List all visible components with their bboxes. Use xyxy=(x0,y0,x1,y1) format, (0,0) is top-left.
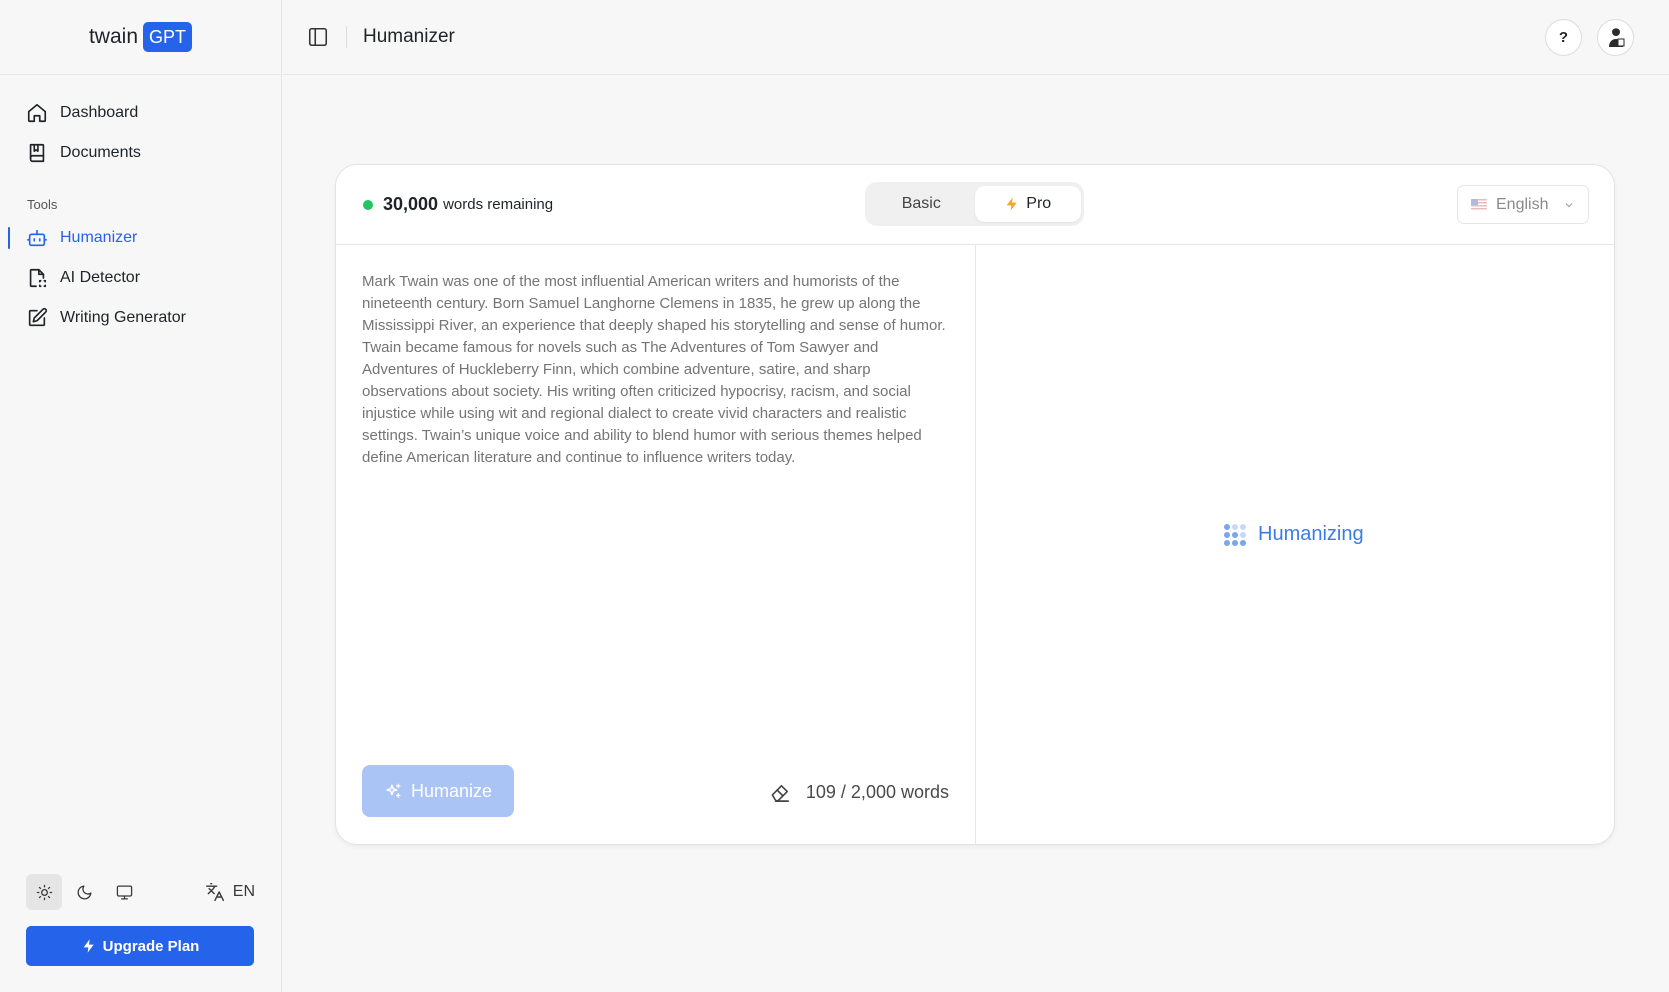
language-select[interactable]: English xyxy=(1457,185,1589,224)
sun-icon xyxy=(36,884,52,900)
light-theme-button[interactable] xyxy=(26,874,62,910)
sidebar: twain GPT Dashboard Documents Tools Huma… xyxy=(0,0,282,992)
card-toolbar: 30,000 words remaining Basic Pro English xyxy=(336,165,1614,245)
us-flag-icon xyxy=(1471,199,1487,210)
sidebar-item-dashboard[interactable]: Dashboard xyxy=(0,93,281,133)
mode-pro-button[interactable]: Pro xyxy=(974,186,1081,222)
sidebar-item-label: Dashboard xyxy=(60,104,139,121)
sidebar-footer: EN Upgrade Plan xyxy=(26,874,255,966)
credits-remaining: 30,000 words remaining xyxy=(363,194,553,215)
tools-section-label: Tools xyxy=(27,197,58,212)
language-select-value: English xyxy=(1496,195,1549,213)
card-body: Mark Twain was one of the most influenti… xyxy=(336,245,1614,844)
panel-left-icon xyxy=(308,27,328,47)
moon-icon xyxy=(77,884,92,899)
help-button[interactable]: ? xyxy=(1545,18,1582,56)
eraser-icon[interactable] xyxy=(769,781,792,804)
logo-badge: GPT xyxy=(143,22,193,52)
status-dot xyxy=(363,199,373,210)
translate-icon xyxy=(205,882,224,902)
sidebar-item-writing-generator[interactable]: Writing Generator xyxy=(0,298,281,338)
sidebar-item-humanizer[interactable]: Humanizer xyxy=(0,218,281,258)
status-text: Humanizing xyxy=(1258,523,1364,545)
humanizing-status: Humanizing xyxy=(1224,523,1364,546)
sidebar-toggle-button[interactable] xyxy=(306,25,330,49)
upgrade-plan-button[interactable]: Upgrade Plan xyxy=(26,926,254,966)
sparkles-icon xyxy=(386,783,401,798)
sidebar-item-label: AI Detector xyxy=(60,269,141,286)
bolt-icon xyxy=(83,939,94,953)
humanize-button[interactable]: Humanize xyxy=(362,765,514,817)
word-count-text: 109 / 2,000 words xyxy=(805,782,949,802)
system-theme-button[interactable] xyxy=(106,874,142,910)
credits-number: 30,000 xyxy=(383,194,439,214)
sidebar-nav: Dashboard Documents Tools Humanizer AI D… xyxy=(0,75,281,338)
monitor-icon xyxy=(116,884,132,900)
logo-bar: twain GPT xyxy=(0,0,281,75)
credits-text: words remaining xyxy=(443,196,554,213)
theme-switcher: EN xyxy=(26,874,255,910)
upgrade-plan-label: Upgrade Plan xyxy=(102,937,200,955)
book-icon xyxy=(29,143,45,163)
language-switcher[interactable]: EN xyxy=(205,882,255,902)
sidebar-item-documents[interactable]: Documents xyxy=(0,133,281,173)
sidebar-item-label: Writing Generator xyxy=(60,309,186,326)
avatar[interactable] xyxy=(1597,18,1634,56)
chevron-down-icon xyxy=(1566,202,1573,207)
home-icon xyxy=(27,103,47,123)
word-count: 109 / 2,000 words xyxy=(769,781,949,804)
sidebar-item-label: Humanizer xyxy=(60,229,138,246)
logo-text: twain xyxy=(88,25,138,48)
bot-icon xyxy=(27,229,47,247)
sidebar-item-ai-detector[interactable]: AI Detector xyxy=(0,258,281,298)
sidebar-item-label: Documents xyxy=(60,144,141,161)
page-title: Humanizer xyxy=(363,26,455,47)
mode-basic-button[interactable]: Basic xyxy=(868,186,975,222)
language-label: EN xyxy=(232,883,255,900)
mode-pro-label: Pro xyxy=(1026,195,1052,212)
mode-toggle: Basic Pro xyxy=(865,182,1084,226)
header-divider xyxy=(346,26,347,48)
file-scan-icon xyxy=(29,268,47,288)
top-header: Humanizer ? xyxy=(283,0,1669,75)
bolt-icon xyxy=(1006,197,1017,211)
output-pane: Humanizing xyxy=(976,245,1614,844)
edit-icon xyxy=(28,307,48,327)
humanize-button-label: Humanize xyxy=(410,780,493,801)
input-pane: Mark Twain was one of the most influenti… xyxy=(336,245,976,844)
logo[interactable]: twain GPT xyxy=(88,22,193,52)
input-textarea[interactable]: Mark Twain was one of the most influenti… xyxy=(362,271,947,469)
loading-grid-icon xyxy=(1224,523,1246,546)
user-avatar-icon xyxy=(1608,27,1624,47)
humanizer-card: 30,000 words remaining Basic Pro English… xyxy=(335,164,1615,845)
mode-basic-label: Basic xyxy=(901,195,941,212)
dark-theme-button[interactable] xyxy=(66,874,102,910)
header-actions: ? xyxy=(1545,18,1634,56)
